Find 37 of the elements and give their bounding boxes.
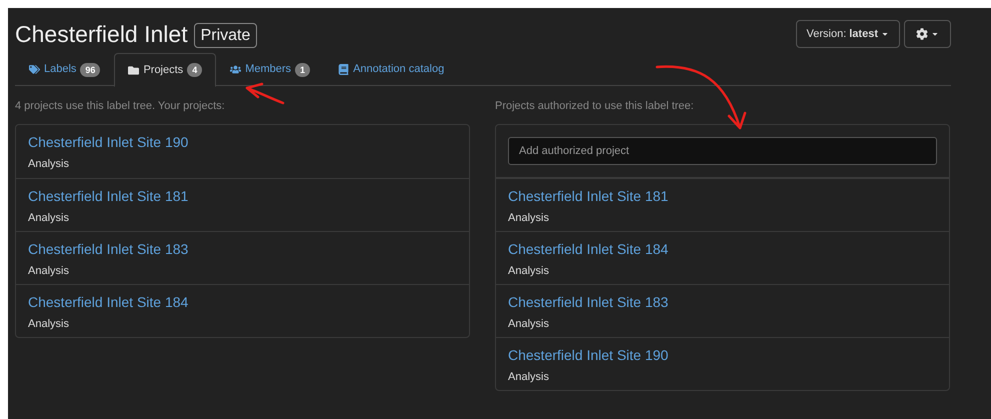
caret-icon: [931, 30, 939, 38]
project-link[interactable]: Chesterfield Inlet Site 183: [508, 292, 668, 312]
project-description: Analysis: [508, 370, 549, 385]
section-heading: 4 projects use this label tree. Your projects:: [15, 99, 226, 113]
project-link[interactable]: Chesterfield Inlet Site 190: [28, 132, 188, 152]
project-description: Analysis: [28, 264, 69, 279]
project-description: Analysis: [508, 211, 549, 226]
count-badge: 1: [295, 62, 310, 76]
project-description: Analysis: [28, 317, 69, 332]
folder-icon: [128, 64, 140, 76]
tab[interactable]: Annotation catalog: [324, 53, 458, 86]
settings-icon: [916, 28, 928, 40]
project-link[interactable]: Chesterfield Inlet Site 190: [508, 345, 668, 365]
project-link[interactable]: Chesterfield Inlet Site 183: [28, 239, 188, 259]
project-link[interactable]: Chesterfield Inlet Site 184: [28, 292, 188, 312]
version-dropdown[interactable]: Version: latest: [796, 20, 900, 48]
project-link[interactable]: Chesterfield Inlet Site 181: [28, 186, 188, 206]
visibility-badge: Private: [194, 22, 258, 48]
input-field[interactable]: Add authorized project: [508, 137, 937, 165]
project-description: Analysis: [28, 211, 69, 226]
count-badge: 4: [187, 63, 202, 77]
count-badge: 96: [80, 62, 100, 76]
project-description: Analysis: [28, 157, 69, 172]
tags-icon: [29, 64, 40, 75]
page-title: Chesterfield Inlet: [15, 20, 188, 48]
section-heading: Projects authorized to use this label tree:: [495, 99, 695, 113]
tab[interactable]: Labels 96: [15, 53, 114, 86]
book-icon: [338, 64, 350, 75]
caret-icon: [881, 30, 889, 38]
tab[interactable]: Projects 4: [114, 53, 216, 87]
project-link[interactable]: Chesterfield Inlet Site 184: [508, 239, 668, 259]
settings-dropdown[interactable]: [904, 20, 951, 48]
project-link[interactable]: Chesterfield Inlet Site 181: [508, 186, 668, 206]
users-icon: [230, 64, 242, 75]
project-description: Analysis: [508, 317, 549, 332]
tab[interactable]: Members 1: [216, 53, 324, 86]
project-description: Analysis: [508, 264, 549, 279]
